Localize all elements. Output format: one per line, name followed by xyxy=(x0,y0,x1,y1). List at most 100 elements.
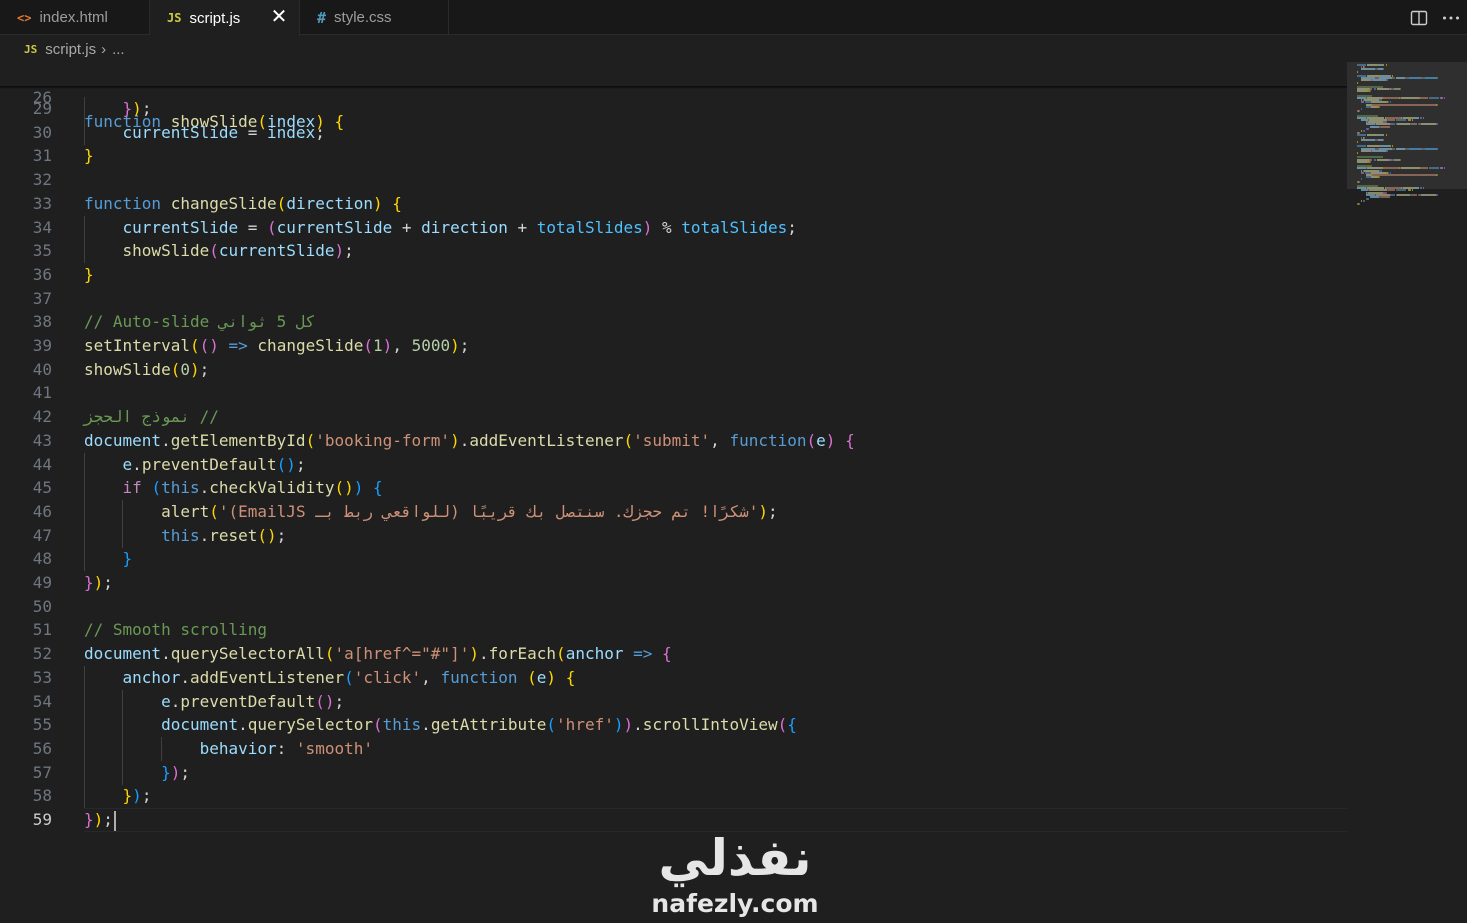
minimap-token xyxy=(1376,88,1389,91)
code-line[interactable]: 34 currentSlide = (currentSlide + direct… xyxy=(0,216,1347,240)
split-editor-icon[interactable] xyxy=(1403,4,1435,32)
code-token: ( xyxy=(267,218,277,237)
code-line[interactable]: 31} xyxy=(0,144,1347,168)
code-token: ; xyxy=(199,360,210,379)
minimap-token xyxy=(1361,178,1363,181)
code-token: ; xyxy=(180,763,190,782)
code-line[interactable]: 55 document.querySelector(this.getAttrib… xyxy=(0,713,1347,737)
code-line[interactable]: 47 this.reset(); xyxy=(0,524,1347,548)
code-line[interactable]: 35 showSlide(currentSlide); xyxy=(0,239,1347,263)
code-line[interactable]: 38 // Auto-slide كل 5 ثواني xyxy=(0,310,1347,334)
code-line[interactable]: 57 }); xyxy=(0,761,1347,785)
code-token: e xyxy=(122,455,133,474)
minimap-token xyxy=(1381,196,1390,198)
minimap-token xyxy=(1441,97,1443,99)
tab-label: script.js xyxy=(189,9,241,27)
code-line[interactable]: 51 // Smooth scrolling xyxy=(0,618,1347,642)
code-line[interactable]: 56 behavior: 'smooth' xyxy=(0,737,1347,761)
code-editor[interactable]: 26 function showSlide(index) { 29 }); 30 … xyxy=(0,62,1347,832)
code-line[interactable]: 30 currentSlide = index; xyxy=(0,121,1347,145)
chevron-right-icon: › xyxy=(101,40,107,58)
code-line[interactable]: 53 anchor.addEventListener('click', func… xyxy=(0,666,1347,690)
code-token: preventDefault xyxy=(141,455,277,474)
code-token: ( xyxy=(151,478,162,497)
code-line[interactable]: 42 // نموذج الحجز xyxy=(0,405,1347,429)
close-icon[interactable]: ✕ xyxy=(269,7,289,27)
code-token: . xyxy=(161,644,171,663)
code-token: : xyxy=(276,739,296,758)
code-token: this xyxy=(382,715,422,734)
code-token: behavior xyxy=(199,739,277,758)
code-line[interactable]: 41 xyxy=(0,381,1347,405)
minimap-token xyxy=(1395,77,1406,80)
tab-label: style.css xyxy=(334,9,392,26)
css-hash-icon: # xyxy=(317,8,327,27)
code-token: ) xyxy=(189,360,200,379)
code-line[interactable]: 44 e.preventDefault(); xyxy=(0,453,1347,477)
code-line[interactable]: 32 xyxy=(0,168,1347,192)
sticky-scroll-line[interactable]: 26 function showSlide(index) { xyxy=(0,62,1347,131)
code-token: getElementById xyxy=(170,431,306,450)
minimap-token xyxy=(1420,123,1437,126)
code-line[interactable]: 29 }); xyxy=(0,97,1347,121)
code-token: ) xyxy=(132,99,142,118)
minimap-token xyxy=(1396,193,1410,196)
breadcrumb-more[interactable]: ... xyxy=(112,41,125,58)
code-token: // نموذج الحجز xyxy=(84,407,219,426)
code-token: ; xyxy=(315,123,325,142)
code-token: ) xyxy=(373,194,383,213)
code-line[interactable]: 48 } xyxy=(0,547,1347,571)
code-token: { xyxy=(662,644,672,663)
minimap-token xyxy=(1370,160,1372,163)
code-line[interactable]: 36} xyxy=(0,263,1347,287)
code-line[interactable]: 52 document.querySelectorAll('a[href^="#"… xyxy=(0,642,1347,666)
breadcrumb-file[interactable]: script.js xyxy=(45,41,96,58)
code-text: }); xyxy=(84,97,152,121)
code-line[interactable]: 46 alert('شكرًا! تم حجزك. سنتصل بك قريبً… xyxy=(0,500,1347,524)
code-line[interactable]: 45 if (this.checkValidity()) { xyxy=(0,476,1347,500)
minimap-token xyxy=(1420,193,1437,196)
code-line[interactable]: 37 xyxy=(0,287,1347,311)
minimap[interactable] xyxy=(1347,62,1467,923)
code-text: }); xyxy=(84,784,152,808)
minimap-token xyxy=(1376,158,1389,161)
code-line[interactable]: 50 xyxy=(0,595,1347,619)
code-line[interactable]: 49}); xyxy=(0,571,1347,595)
tab-index-html[interactable]: <> index.html xyxy=(0,0,150,35)
code-line[interactable]: 39 setInterval(() => changeSlide(1), 5000… xyxy=(0,334,1347,358)
code-token: . xyxy=(459,431,470,450)
code-token: this xyxy=(161,526,200,545)
line-number: 46 xyxy=(32,502,52,521)
line-number: 38 xyxy=(32,312,52,331)
minimap-token xyxy=(1368,198,1370,201)
minimap-token xyxy=(1361,79,1372,82)
line-number: 45 xyxy=(32,478,52,497)
more-actions-icon[interactable] xyxy=(1435,4,1467,32)
code-token: , xyxy=(392,336,412,355)
code-token: direction xyxy=(286,194,374,213)
code-token: ( xyxy=(344,668,354,687)
tab-style-css[interactable]: # style.css xyxy=(300,0,449,35)
code-token: direction xyxy=(421,218,508,237)
minimap-token xyxy=(1423,116,1425,119)
code-line[interactable]: 33 function changeSlide(direction) { xyxy=(0,192,1347,216)
code-line[interactable]: 40 showSlide(0); xyxy=(0,358,1347,382)
tab-script-js[interactable]: JS script.js ✕ xyxy=(150,0,300,36)
minimap-token xyxy=(1386,149,1388,152)
code-token: ; xyxy=(787,218,797,237)
code-line[interactable]: 58 }); xyxy=(0,784,1347,808)
minimap-token xyxy=(1443,97,1445,99)
code-token: checkValidity xyxy=(209,478,335,497)
code-line[interactable]: 43 document.getElementById('booking-form'… xyxy=(0,429,1347,453)
code-token: ; xyxy=(103,573,113,592)
code-token: () xyxy=(276,455,296,474)
code-line[interactable]: 54 e.preventDefault(); xyxy=(0,690,1347,714)
minimap-token xyxy=(1383,138,1385,141)
